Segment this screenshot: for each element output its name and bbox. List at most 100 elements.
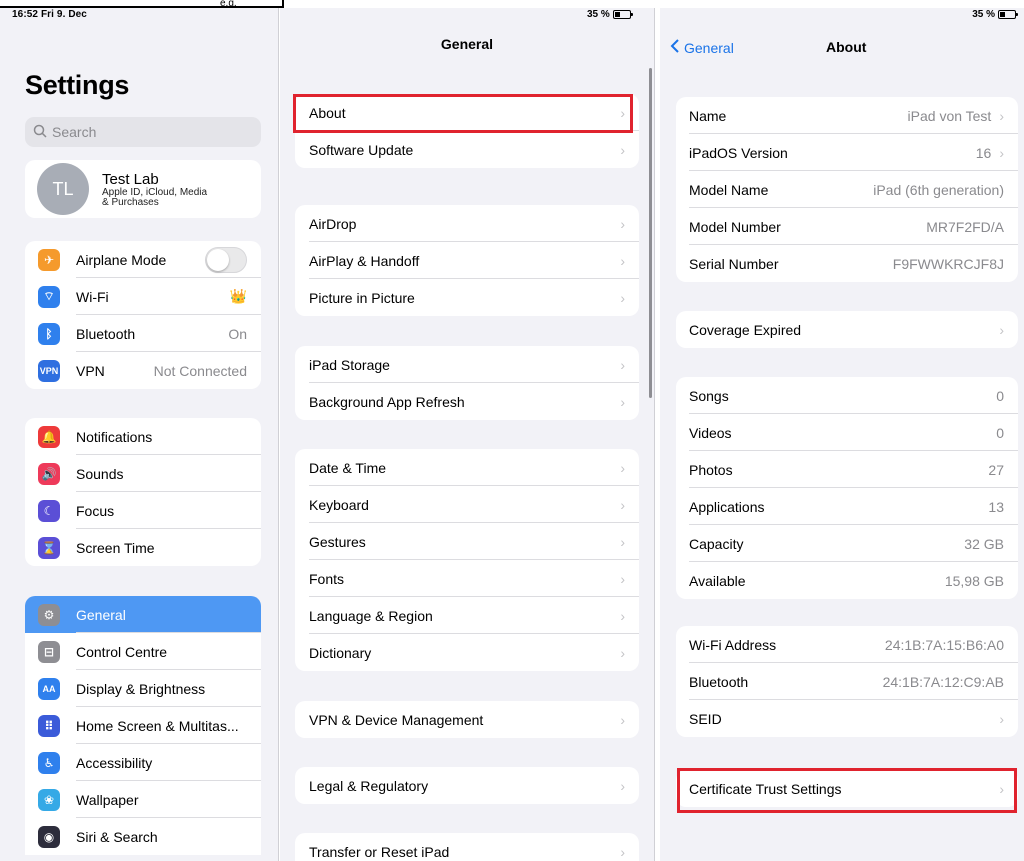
sidebar-item-notifications[interactable]: 🔔 Notifications [25,418,261,455]
sidebar-item-label: Display & Brightness [76,680,206,697]
general-item-gestures[interactable]: Gestures › [295,523,639,560]
about-item-photos: Photos 27 [676,451,1018,488]
about-item-value-wrap: F9FWWKRCJF8J [893,256,1004,272]
general-item-label: AirPlay & Handoff [309,252,420,269]
general-item-vpn-device-management[interactable]: VPN & Device Management › [295,701,639,738]
general-item-transfer-or-reset-ipad[interactable]: Transfer or Reset iPad › [295,833,639,861]
about-item-value-wrap: 16 › [976,145,1004,161]
chevron-right-icon: › [620,215,625,232]
about-item-songs: Songs 0 [676,377,1018,414]
about-item-value: 15,98 GB [944,572,1004,589]
general-item-picture-in-picture[interactable]: Picture in Picture › [295,279,639,316]
general-group: iPad Storage › Background App Refresh › [295,346,639,420]
general-group: Transfer or Reset iPad › [295,833,639,861]
chevron-right-icon: › [620,711,625,728]
general-item-dictionary[interactable]: Dictionary › [295,634,639,671]
general-item-background-app-refresh[interactable]: Background App Refresh › [295,383,639,420]
status-battery-middle: 35 % [587,9,633,20]
about-item-label: Available [689,572,746,589]
sidebar-item-label: Airplane Mode [76,251,167,268]
general-item-airdrop[interactable]: AirDrop › [295,205,639,242]
sidebar-item-label: Screen Time [76,539,155,556]
search-input[interactable]: Search [25,117,261,147]
general-item-fonts[interactable]: Fonts › [295,560,639,597]
chevron-right-icon: › [620,607,625,624]
about-item-label: iPadOS Version [689,144,788,161]
about-item-coverage-expired[interactable]: Coverage Expired › [676,311,1018,348]
pane-divider [278,8,279,861]
about-item-available: Available 15,98 GB [676,562,1018,599]
about-item-label: Songs [689,387,729,404]
general-item-label: Language & Region [309,607,433,624]
general-item-label: Date & Time [309,459,387,476]
about-item-value: F9FWWKRCJF8J [892,255,1004,272]
general-item-software-update[interactable]: Software Update › [295,131,639,168]
about-item-label: Capacity [689,535,744,552]
display-icon: AA [38,677,60,700]
about-item-value-wrap: 0 [996,425,1004,441]
apple-id-profile[interactable]: TL Test Lab Apple ID, iCloud, Media & Pu… [25,160,261,218]
general-item-label: Picture in Picture [309,289,415,306]
scroll-indicator[interactable] [649,68,652,398]
about-item-value: 24:1B:7A:12:C9:AB [882,673,1004,690]
sidebar-item-siri-search[interactable]: ◉ Siri & Search [25,818,261,855]
general-group: Legal & Regulatory › [295,767,639,804]
general-item-airplay-handoff[interactable]: AirPlay & Handoff › [295,242,639,279]
about-item-ipados-version[interactable]: iPadOS Version 16 › [676,134,1018,171]
general-group: About › Software Update › [295,94,639,168]
sidebar-item-label: Wi-Fi [76,288,109,305]
about-item-label: Model Number [689,218,781,235]
general-title: General [440,36,494,52]
sidebar-item-airplane-mode[interactable]: ✈ Airplane Mode [25,241,261,278]
sidebar-item-label: Notifications [76,428,153,445]
general-item-ipad-storage[interactable]: iPad Storage › [295,346,639,383]
about-item-value-wrap: 15,98 GB [945,573,1004,589]
about-item-value-wrap: 13 [988,499,1004,515]
sidebar-item-sounds[interactable]: 🔊 Sounds [25,455,261,492]
sidebar-item-bluetooth[interactable]: ᛒ Bluetooth On [25,315,261,352]
sidebar-item-label: Wallpaper [76,791,139,808]
sidebar-group-general: ⚙ General ⊟ Control Centre AA Display & Brigh… [25,596,261,855]
chevron-right-icon: › [999,144,1004,161]
sidebar-item-home-screen-multitas[interactable]: ⠿ Home Screen & Multitas... [25,707,261,744]
sidebar-item-screen-time[interactable]: ⌛ Screen Time [25,529,261,566]
sidebar-item-label: Accessibility [76,754,153,771]
general-item-legal-regulatory[interactable]: Legal & Regulatory › [295,767,639,804]
chevron-right-icon: › [620,644,625,661]
battery-percent: 35 % [587,9,610,20]
general-item-label: iPad Storage [309,356,390,373]
airplane-mode-toggle[interactable] [205,246,247,273]
sidebar-item-control-centre[interactable]: ⊟ Control Centre [25,633,261,670]
back-button[interactable]: General [670,38,734,57]
back-button-label: General [684,39,734,56]
sidebar-item-wi-fi[interactable]: ⌔ Wi-Fi 👑 [25,278,261,315]
general-item-label: Gestures [309,533,366,550]
general-item-label: Software Update [309,141,414,158]
about-item-videos: Videos 0 [676,414,1018,451]
home-screen-icon: ⠿ [38,714,60,737]
pane-divider [654,8,655,861]
general-item-label: Background App Refresh [309,393,465,410]
sidebar-item-accessibility[interactable]: ♿ Accessibility [25,744,261,781]
general-item-keyboard[interactable]: Keyboard › [295,486,639,523]
general-item-date-time[interactable]: Date & Time › [295,449,639,486]
sidebar-item-label: Sounds [76,465,124,482]
about-item-model-name: Model Name iPad (6th generation) [676,171,1018,208]
sidebar-item-value: On [228,325,247,342]
about-item-value-wrap: 24:1B:7A:15:B6:A0 [885,637,1004,653]
about-item-name[interactable]: Name iPad von Test › [676,97,1018,134]
about-item-seid[interactable]: SEID › [676,700,1018,737]
general-item-label: Keyboard [309,496,369,513]
about-item-value: 0 [996,424,1004,441]
sidebar-item-general[interactable]: ⚙ General [25,596,261,633]
vpn-icon: VPN [38,359,60,382]
sidebar-item-display-brightness[interactable]: AA Display & Brightness [25,670,261,707]
general-item-language-region[interactable]: Language & Region › [295,597,639,634]
sidebar-item-wallpaper[interactable]: ❀ Wallpaper [25,781,261,818]
sidebar-group-connectivity: ✈ Airplane Mode ⌔ Wi-Fi 👑 ᛒ Bluetooth On VPN VPN N… [25,241,261,389]
sidebar-item-vpn[interactable]: VPN VPN Not Connected [25,352,261,389]
about-item-certificate-trust-settings[interactable]: Certificate Trust Settings › [676,770,1018,807]
general-item-about[interactable]: About › [295,94,639,131]
general-group: VPN & Device Management › [295,701,639,738]
sidebar-item-focus[interactable]: ☾ Focus [25,492,261,529]
